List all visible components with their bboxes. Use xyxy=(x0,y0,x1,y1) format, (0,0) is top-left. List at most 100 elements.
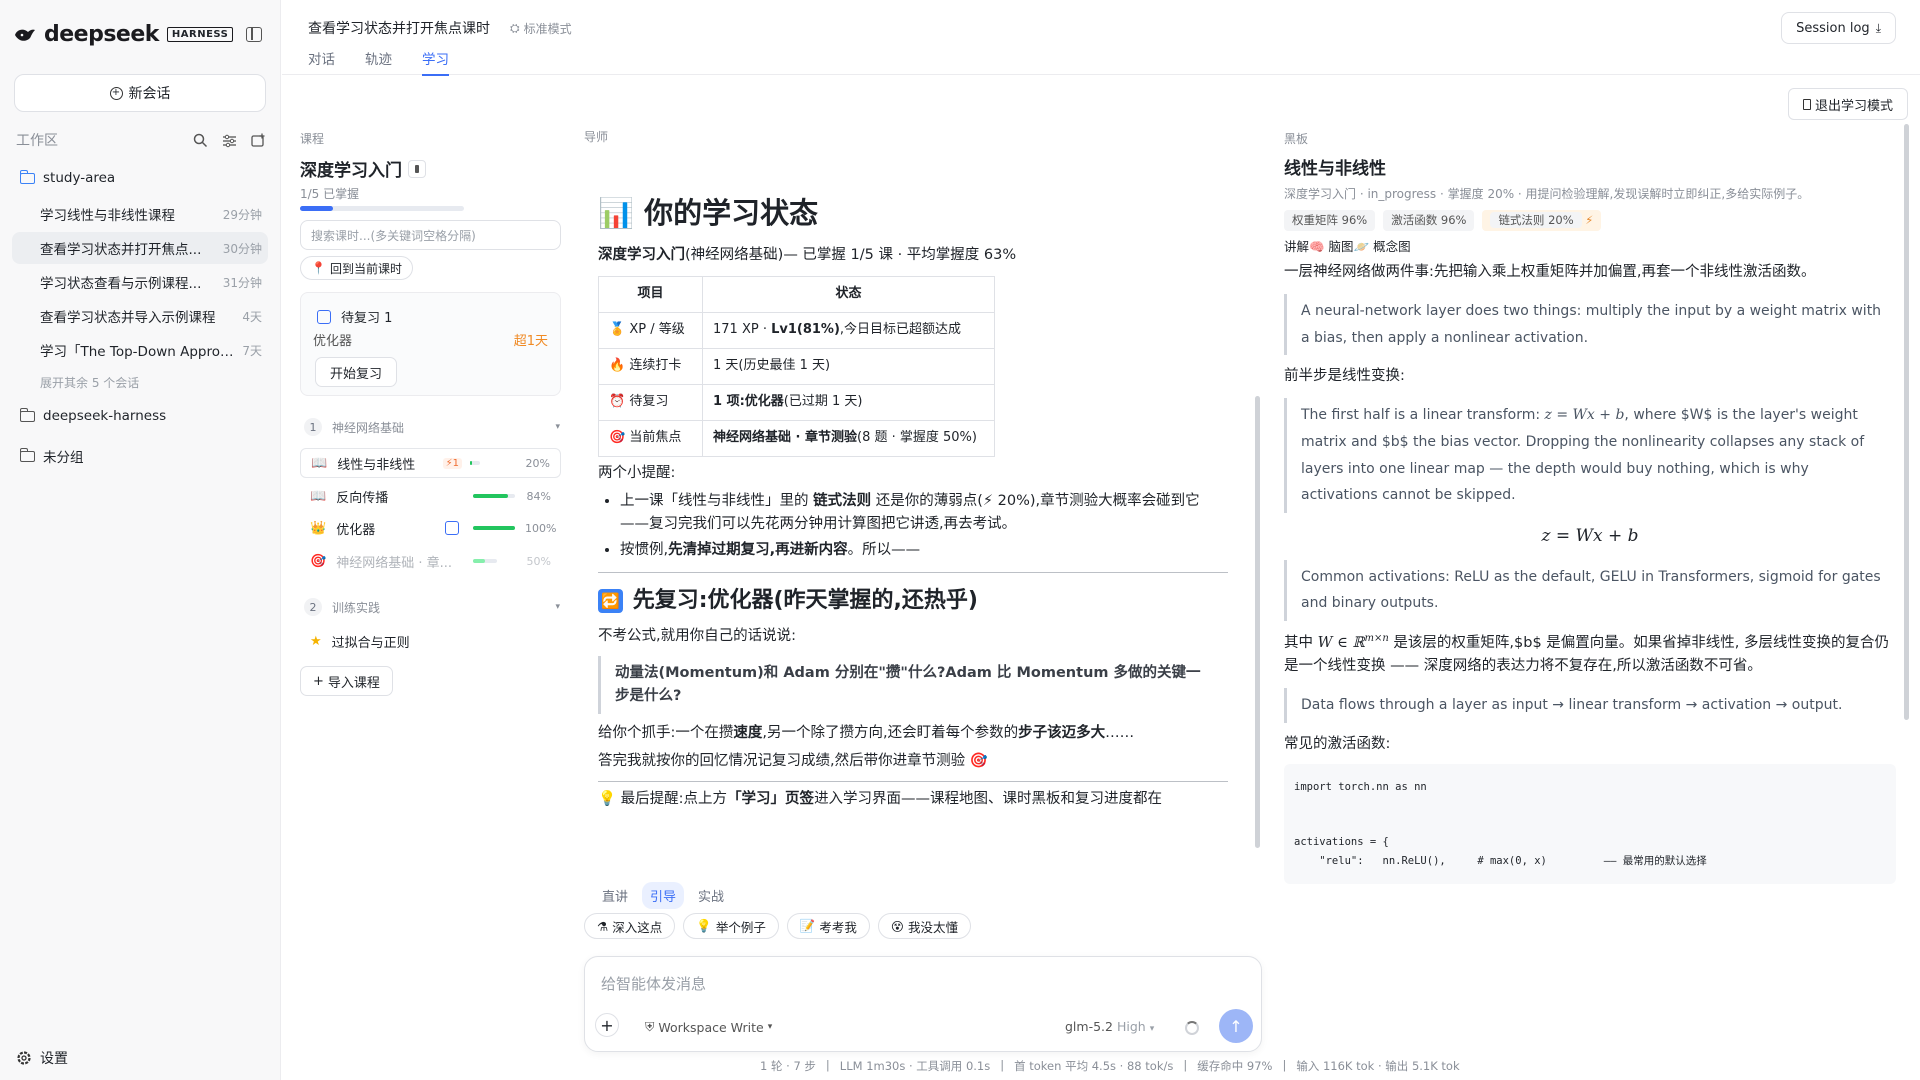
session-item[interactable]: 查看学习状态并导入示例课程 4天 xyxy=(12,300,268,332)
session-log-button[interactable]: Session log ⤓ xyxy=(1781,12,1896,44)
gear-icon xyxy=(17,1051,31,1065)
session-item[interactable]: 学习「The Top-Down Approa... 7天 xyxy=(12,334,268,366)
concept-tag: 激活函数 96% xyxy=(1383,210,1475,231)
mode-guided[interactable]: 引导 xyxy=(642,882,685,909)
table-row: ⏰ 待复习 1 项:优化器(已过期 1 天) xyxy=(598,383,995,421)
mode-practice[interactable]: 实战 xyxy=(690,882,732,909)
status-table: 项目 状态 🏅 XP / 等级 171 XP · Lv1(81%),今日目标已超额达… xyxy=(598,275,995,457)
star-icon: ★ xyxy=(310,633,322,649)
tab-study[interactable]: 学习 xyxy=(422,48,449,76)
import-course-label: 导入课程 xyxy=(327,675,380,691)
lesson-item[interactable]: ★ 过拟合与正则 xyxy=(300,626,561,656)
table-row: 🏅 XP / 等级 171 XP · Lv1(81%),今日目标已超额达成 xyxy=(598,311,995,349)
mode-direct[interactable]: 直讲 xyxy=(594,882,636,909)
folder-name: study-area xyxy=(43,170,116,186)
lesson-search-input[interactable]: 搜索课时...(多关键词空格分隔) xyxy=(300,220,561,250)
start-review-button[interactable]: 开始复习 xyxy=(315,357,398,387)
tab-trace[interactable]: 轨迹 xyxy=(365,48,392,76)
back-to-current-lesson-button[interactable]: 📍 回到当前课时 xyxy=(300,256,413,280)
message-input[interactable]: 给智能体发消息 xyxy=(601,973,706,994)
session-time: 31分钟 xyxy=(222,275,262,290)
group-header[interactable]: 1 神经网络基础 ▾ xyxy=(304,418,560,436)
lesson-item-active[interactable]: 📖 线性与非线性 ⚡1 20% xyxy=(300,448,561,478)
exit-study-mode-button[interactable]: 退出学习模式 xyxy=(1788,88,1908,120)
session-title: 学习线性与非线性课程 xyxy=(40,208,175,224)
session-log-label: Session log xyxy=(1796,20,1870,36)
folder-icon xyxy=(19,407,35,422)
folder-ungrouped[interactable]: 未分组 xyxy=(19,446,84,466)
send-button[interactable]: ↑ xyxy=(1219,1009,1253,1043)
chip-not-understood[interactable]: 😵 我没太懂 xyxy=(877,913,971,939)
mode-indicator[interactable]: ⛭ 标准模式 xyxy=(510,20,572,37)
import-course-button[interactable]: + 导入课程 xyxy=(300,666,393,696)
repeat-icon: 🔁 xyxy=(598,588,623,613)
lesson-progress-fill xyxy=(473,494,509,498)
reminder-heading: 两个小提醒: xyxy=(598,464,676,481)
paragraph: 其中 W ∈ ℝm×n 是该层的权重矩阵,$b$ 是偏置向量。如果省掉非线性, … xyxy=(1284,633,1890,675)
mastery-progress-fill xyxy=(300,206,333,211)
chip-quiz-me[interactable]: 📝 考考我 xyxy=(786,913,870,939)
blackboard-panel: 线性与非线性 深度学习入门 · in_progress · 掌握度 20% · … xyxy=(1284,150,1896,946)
sidebar: deepseek HARNESS + 新会话 工作区 study-area 学习… xyxy=(0,0,281,1080)
view-tabs: 对话 轨迹 学习 xyxy=(308,48,449,76)
filter-icon[interactable] xyxy=(222,133,237,148)
chip-example[interactable]: 💡 举个例子 xyxy=(683,913,779,939)
attach-plus-icon[interactable]: + xyxy=(595,1013,619,1037)
lesson-item[interactable]: 📖 反向传播 84% xyxy=(300,481,561,511)
translation-quote: The first half is a linear transform: z … xyxy=(1284,398,1896,513)
workspace-permission-select[interactable]: ⛨ Workspace Write ▾ xyxy=(645,1019,772,1035)
review-card-title: 待复习 1 xyxy=(317,307,392,326)
workspace-label: 工作区 xyxy=(16,133,58,149)
loading-spinner-icon xyxy=(1185,1021,1199,1035)
concept-tags: 权重矩阵 96% 激活函数 96% 链式法则 20% ⚡ xyxy=(1284,210,1896,231)
question-quote: 动量法(Momentum)和 Adam 分别在"攒"什么?Adam 比 Mome… xyxy=(598,655,1228,715)
logo[interactable]: deepseek HARNESS xyxy=(14,22,234,47)
review-card: 待复习 1 优化器 超1天 开始复习 xyxy=(300,292,561,396)
group-number: 1 xyxy=(304,418,322,436)
paragraph: 不考公式,就用你自己的话说说: xyxy=(598,627,796,644)
concept-tag: 权重矩阵 96% xyxy=(1284,210,1376,231)
new-folder-icon[interactable] xyxy=(251,133,266,148)
sidebar-toggle-icon[interactable] xyxy=(246,27,262,42)
session-time: 4天 xyxy=(242,309,262,324)
tab-chat[interactable]: 对话 xyxy=(308,48,335,76)
group-header[interactable]: 2 训练实践 ▾ xyxy=(304,598,560,616)
session-item[interactable]: 学习线性与非线性课程 29分钟 xyxy=(12,198,268,230)
session-time: 30分钟 xyxy=(222,241,262,256)
download-icon: ⤓ xyxy=(1875,20,1881,35)
status-turns: 1 轮 · 7 步 xyxy=(760,1059,816,1073)
lesson-name: 反向传播 xyxy=(336,490,389,506)
table-row: 🔥 连续打卡 1 天(历史最佳 1 天) xyxy=(598,347,995,385)
folder-deepseek-harness[interactable]: deepseek-harness xyxy=(19,407,166,424)
list-item: 上一课「线性与非线性」里的 链式法则 还是你的薄弱点(⚡ 20%),章节测验大概… xyxy=(620,490,1228,536)
lesson-progress-fill xyxy=(473,526,515,530)
model-select[interactable]: glm-5.2 High ▾ xyxy=(1065,1019,1154,1034)
mode-icon: ⛭ xyxy=(510,21,520,35)
view-links[interactable]: 讲解🧠 脑图🪐 概念图 xyxy=(1284,237,1896,257)
lesson-percent: 20% xyxy=(525,456,550,470)
pin-icon: 📍 xyxy=(311,261,326,275)
group-number: 2 xyxy=(304,598,322,616)
tutor-scrollbar[interactable] xyxy=(1255,396,1260,848)
session-title: 查看学习状态并导入示例课程 xyxy=(40,310,216,326)
show-more-sessions[interactable]: 展开其余 5 个会话 xyxy=(40,374,139,391)
search-icon[interactable] xyxy=(193,133,208,148)
lesson-item-chapter-quiz[interactable]: 🎯 神经网络基础 · 章... 50% xyxy=(300,546,561,576)
session-item[interactable]: 学习状态查看与示例课程... 31分钟 xyxy=(12,266,268,298)
course-title: 深度学习入门 xyxy=(300,156,426,181)
trash-icon[interactable] xyxy=(408,159,426,178)
paragraph: 前半步是线性变换: xyxy=(1284,368,1405,385)
table-row: 🎯 当前焦点 神经网络基础 · 章节测验(8 题 · 掌握度 50%) xyxy=(598,419,995,457)
new-chat-button[interactable]: + 新会话 xyxy=(14,74,266,112)
blackboard-scrollbar[interactable] xyxy=(1904,124,1909,720)
reasoning-level: High xyxy=(1116,1019,1146,1034)
exit-study-label: 退出学习模式 xyxy=(1814,98,1893,114)
review-count: 待复习 1 xyxy=(341,311,393,326)
settings-button[interactable]: 设置 xyxy=(16,1048,68,1068)
lesson-item[interactable]: 👑 优化器 100% xyxy=(300,513,561,543)
concept-tag-weak: 链式法则 20% ⚡ xyxy=(1482,210,1602,231)
book-icon: 📖 xyxy=(311,455,328,471)
folder-study-area[interactable]: study-area xyxy=(19,169,116,186)
chip-deep-dive[interactable]: ⚗ 深入这点 xyxy=(584,913,676,939)
session-item-active[interactable]: 查看学习状态并打开焦点... 30分钟 xyxy=(12,232,268,264)
